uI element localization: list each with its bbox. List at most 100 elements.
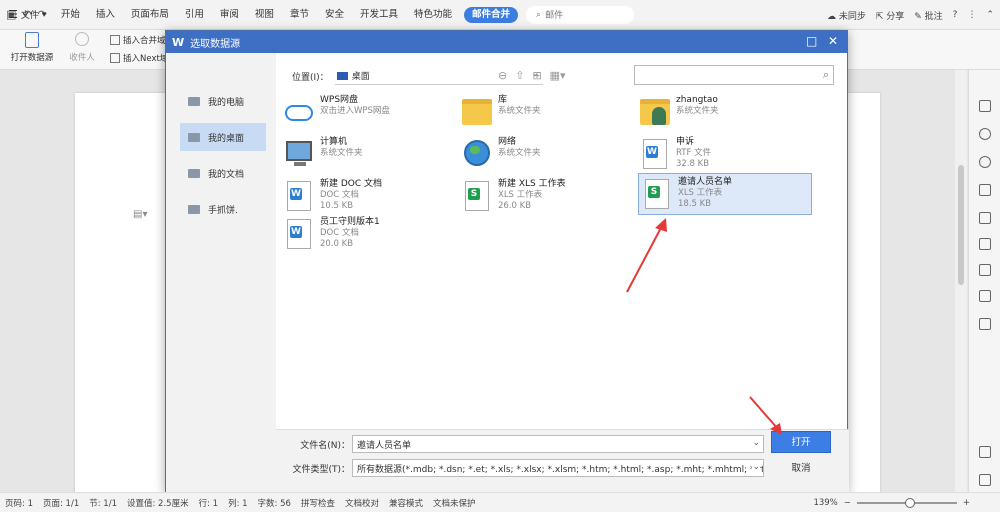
scrollbar-thumb[interactable] [958,165,964,285]
cancel-button[interactable]: 取消 [771,459,831,479]
insert-next-field-button[interactable]: 插入Next域 [110,52,168,64]
file-item-appeal[interactable]: W 申诉 RTF 文件 32.8 KB [640,137,711,171]
proofread-button[interactable]: 文档校对 [340,497,384,509]
sidebar-item-my-desktop[interactable]: 我的桌面 [180,123,266,151]
tab-mail-merge[interactable]: 邮件合并 [464,6,519,23]
dialog-search-input[interactable]: ⌕ [634,65,834,85]
status-column: 列: 1 [228,498,248,509]
tab-chapter[interactable]: 章节 [282,0,317,30]
file-meta: 系统文件夹 [320,148,363,158]
ribbon-search[interactable]: ⌕ 邮件 [526,5,635,24]
tab-references[interactable]: 引用 [177,0,212,30]
file-menu[interactable]: ☰ 文件 ▾ [0,0,54,30]
file-item-new-xls[interactable]: S 新建 XLS 工作表 XLS 工作表 26.0 KB [462,179,566,213]
tab-developer[interactable]: 开发工具 [352,0,406,30]
cloud-icon [284,95,314,129]
doc-protection[interactable]: 文档未保护 [428,497,481,509]
file-size: 20.0 KB [320,239,354,249]
close-icon[interactable]: ✕ [828,34,838,48]
rtf-file-icon: W [640,137,670,171]
collapse-icon[interactable]: ⌃ [986,10,994,20]
share-button[interactable]: ⇱ 分享 [876,9,904,22]
table-icon[interactable] [979,238,991,250]
share-label: 分享 [886,11,905,22]
file-item-network[interactable]: 网络 系统文件夹 [462,137,541,171]
file-item-invite-list[interactable]: S 邀请人员名单 XLS 工作表 18.5 KB [638,173,812,215]
xls-file-icon: S [642,177,672,211]
file-name: WPS网盘 [320,95,359,105]
doc-file-icon: W [284,217,314,251]
red-arrow-annotation [626,218,667,293]
new-folder-icon[interactable]: ⊞ [532,69,541,82]
doc-file-icon: W [284,179,314,213]
tool-icon[interactable] [979,318,991,330]
chart-icon[interactable] [979,290,991,302]
vertical-scrollbar[interactable] [955,70,967,492]
status-word-count[interactable]: 字数: 56 [253,497,296,509]
file-size: 18.5 KB [678,199,712,209]
help-icon[interactable]: ? [953,10,958,20]
insert-merge-field-button[interactable]: 插入合并域 [110,34,166,46]
nav-icons: ⊖ ⇧ ⊞ ▦▾ [498,69,566,82]
file-name: 新建 DOC 文档 [320,179,383,189]
recipients-button[interactable]: 收件人 [62,32,102,63]
filetype-label: 文件类型(T)： [292,464,350,475]
filename-input[interactable]: 邀请人员名单 ⌄ [352,435,764,453]
tab-view[interactable]: 视图 [247,0,282,30]
tab-review[interactable]: 审阅 [212,0,247,30]
file-item-computer[interactable]: 计算机 系统文件夹 [284,137,363,171]
menu-bar: ☰ 文件 ▾ ▣ ↶ ↷ 开始 插入 页面布局 引用 审阅 视图 章节 安全 开… [0,0,1000,30]
tab-features[interactable]: 特色功能 [406,0,460,30]
zoom-out-icon[interactable]: − [844,498,851,508]
tab-layout[interactable]: 页面布局 [123,0,177,30]
spell-check-button[interactable]: 拼写检查 [296,497,340,509]
zoom-value[interactable]: 139% [813,498,837,508]
filetype-select[interactable]: 所有数据源(*.mdb; *.dsn; *.et; *.xls; *.xlsx;… [352,459,764,477]
file-meta: RTF 文件 [676,148,712,158]
file-name: 网络 [498,137,517,147]
file-item-library[interactable]: 库系统文件夹 [462,95,541,129]
image-icon[interactable] [979,474,991,486]
folder-icon [188,204,200,214]
sync-status[interactable]: ☁ 未同步 [827,9,866,22]
file-item-employee-rules[interactable]: W 员工守则版本1 DOC 文档 20.0 KB [284,217,380,251]
sidebar-item-label: 我的桌面 [208,133,245,144]
file-item-wps-drive[interactable]: WPS网盘 双击进入WPS网盘 [284,95,390,129]
grid-icon[interactable] [979,264,991,276]
tab-insert[interactable]: 插入 [88,0,123,30]
file-item-zhangtao[interactable]: zhangtao 系统文件夹 [640,95,719,129]
zoom-slider-thumb[interactable] [904,497,915,508]
dialog-titlebar: W 选取数据源 □ ✕ [166,31,847,53]
edit-icon[interactable] [979,184,991,196]
view-mode-icon[interactable]: ▦▾ [550,69,566,82]
file-size: 26.0 KB [498,201,532,211]
tab-security[interactable]: 安全 [317,0,352,30]
right-toolbar [968,70,1000,492]
sidebar-item-my-documents[interactable]: 我的文档 [180,159,266,187]
sync-label: 未同步 [838,11,866,22]
paste-options-icon[interactable]: ▤▾ [133,209,147,220]
file-meta: DOC 文档 [320,228,359,238]
up-folder-icon[interactable]: ⇧ [515,69,524,82]
menubar-right: ☁ 未同步 ⇱ 分享 ✎ 批注 ? ⋮ ⌃ [827,0,994,30]
sidebar-item-label: 手抓饼. [208,205,238,216]
more-icon[interactable]: ⋮ [967,10,976,20]
zoom-in-icon[interactable]: + [963,498,970,508]
sidebar-item-folder[interactable]: 手抓饼. [180,195,266,223]
ribbon-search-label: 邮件 [545,11,564,21]
style-icon[interactable] [979,128,991,140]
documents-icon [188,168,200,178]
back-icon[interactable]: ⊖ [498,69,507,82]
open-data-source-button[interactable]: 打开数据源 [8,32,56,63]
zoom-slider[interactable] [856,497,957,508]
file-item-new-doc[interactable]: W 新建 DOC 文档 DOC 文档 10.5 KB [284,179,382,213]
sidebar-item-my-computer[interactable]: 我的电脑 [180,87,266,115]
pointer-icon[interactable] [979,100,991,112]
tab-home[interactable]: 开始 [53,0,88,30]
maximize-icon[interactable]: □ [806,34,817,48]
annotate-button[interactable]: ✎ 批注 [914,9,942,22]
sidebar-item-label: 我的电脑 [208,97,245,108]
backup-icon[interactable] [979,446,991,458]
location-icon[interactable] [979,156,991,168]
frame-icon[interactable] [979,212,991,224]
